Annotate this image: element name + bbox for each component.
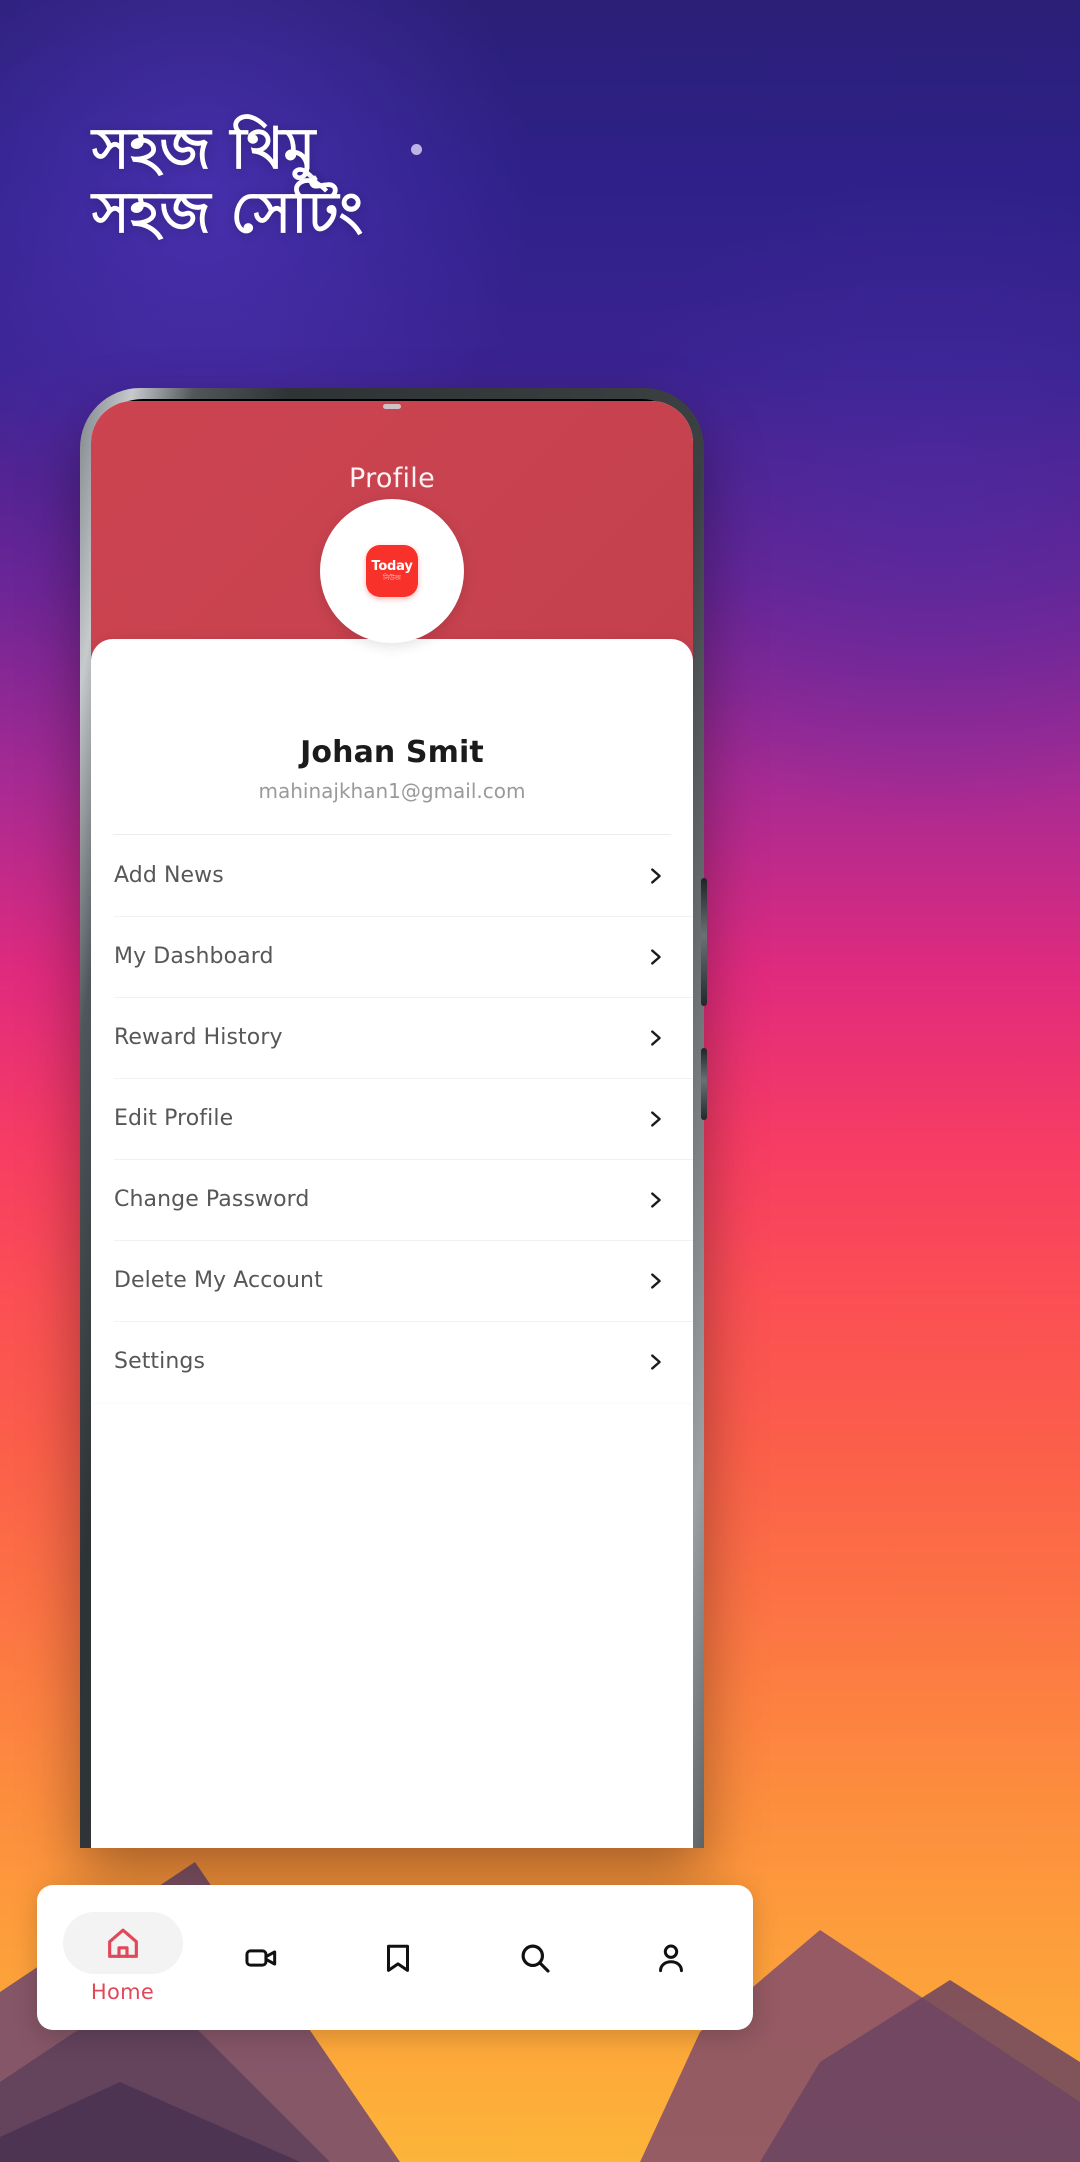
menu-item-label: My Dashboard	[114, 944, 274, 969]
menu-item-add-news[interactable]: Add News	[91, 835, 693, 916]
avatar[interactable]: Today নিউজ	[320, 499, 464, 643]
nav-item-bookmark[interactable]	[330, 1927, 466, 1989]
chevron-right-icon	[651, 1353, 661, 1370]
profile-card: Today নিউজ Johan Smit mahinajkhan1@gmail…	[91, 499, 693, 1402]
today-app-logo-icon: Today নিউজ	[366, 545, 418, 597]
user-name: Johan Smit	[300, 735, 484, 770]
nav-icon-wrap	[504, 1927, 566, 1989]
menu-item-label: Change Password	[114, 1187, 310, 1212]
volume-button[interactable]	[701, 878, 707, 1006]
bookmark-icon	[387, 1944, 410, 1972]
nav-item-video[interactable]	[194, 1927, 330, 1989]
menu-item-reward-history[interactable]: Reward History	[91, 997, 693, 1078]
bottom-navigation-bar: Home	[37, 1885, 753, 2030]
nav-item-search[interactable]	[467, 1927, 603, 1989]
nav-icon-wrap	[640, 1927, 702, 1989]
decorative-dot	[411, 144, 422, 155]
promo-banner: সহজ থিমু সহজ সেটিং Profile Today নিউজ Jo…	[0, 0, 1080, 2162]
menu-item-label: Reward History	[114, 1025, 283, 1050]
profile-menu-list: Add News My Dashboard Reward History Edi…	[91, 835, 693, 1402]
chevron-right-icon	[651, 867, 661, 884]
menu-item-label: Settings	[114, 1349, 206, 1374]
avatar-logo-text: Today	[371, 559, 413, 574]
person-icon	[658, 1943, 683, 1972]
earpiece-speaker	[383, 404, 401, 409]
menu-item-label: Edit Profile	[114, 1106, 234, 1131]
phone-screen: Profile Today নিউজ Johan Smit mahinajkha…	[91, 401, 693, 1848]
video-icon	[245, 1948, 277, 1967]
chevron-right-icon	[651, 1110, 661, 1127]
chevron-right-icon	[651, 1191, 661, 1208]
chevron-right-icon	[651, 948, 661, 965]
home-icon	[107, 1928, 138, 1958]
menu-item-edit-profile[interactable]: Edit Profile	[91, 1078, 693, 1159]
page-title: সহজ থিমু সহজ সেটিং	[92, 116, 364, 246]
menu-item-change-password[interactable]: Change Password	[91, 1159, 693, 1240]
nav-icon-wrap	[231, 1927, 293, 1989]
menu-item-delete-my-account[interactable]: Delete My Account	[91, 1240, 693, 1321]
phone-mockup: Profile Today নিউজ Johan Smit mahinajkha…	[80, 388, 707, 1848]
user-email: mahinajkhan1@gmail.com	[258, 779, 526, 803]
avatar-logo-subtext: নিউজ	[383, 574, 401, 582]
menu-item-label: Add News	[114, 863, 224, 888]
app-header-title: Profile	[348, 463, 436, 494]
nav-item-home[interactable]: Home	[51, 1911, 194, 2004]
menu-item-my-dashboard[interactable]: My Dashboard	[91, 916, 693, 997]
chevron-right-icon	[651, 1029, 661, 1046]
menu-item-label: Delete My Account	[114, 1268, 323, 1293]
chevron-right-icon	[651, 1272, 661, 1289]
nav-item-label: Home	[90, 1979, 155, 2004]
power-button[interactable]	[701, 1048, 707, 1120]
search-icon	[521, 1944, 550, 1973]
nav-item-profile[interactable]	[603, 1927, 739, 1989]
nav-icon-wrap	[367, 1927, 429, 1989]
menu-item-settings[interactable]: Settings	[91, 1321, 693, 1402]
nav-active-pill	[62, 1911, 183, 1974]
